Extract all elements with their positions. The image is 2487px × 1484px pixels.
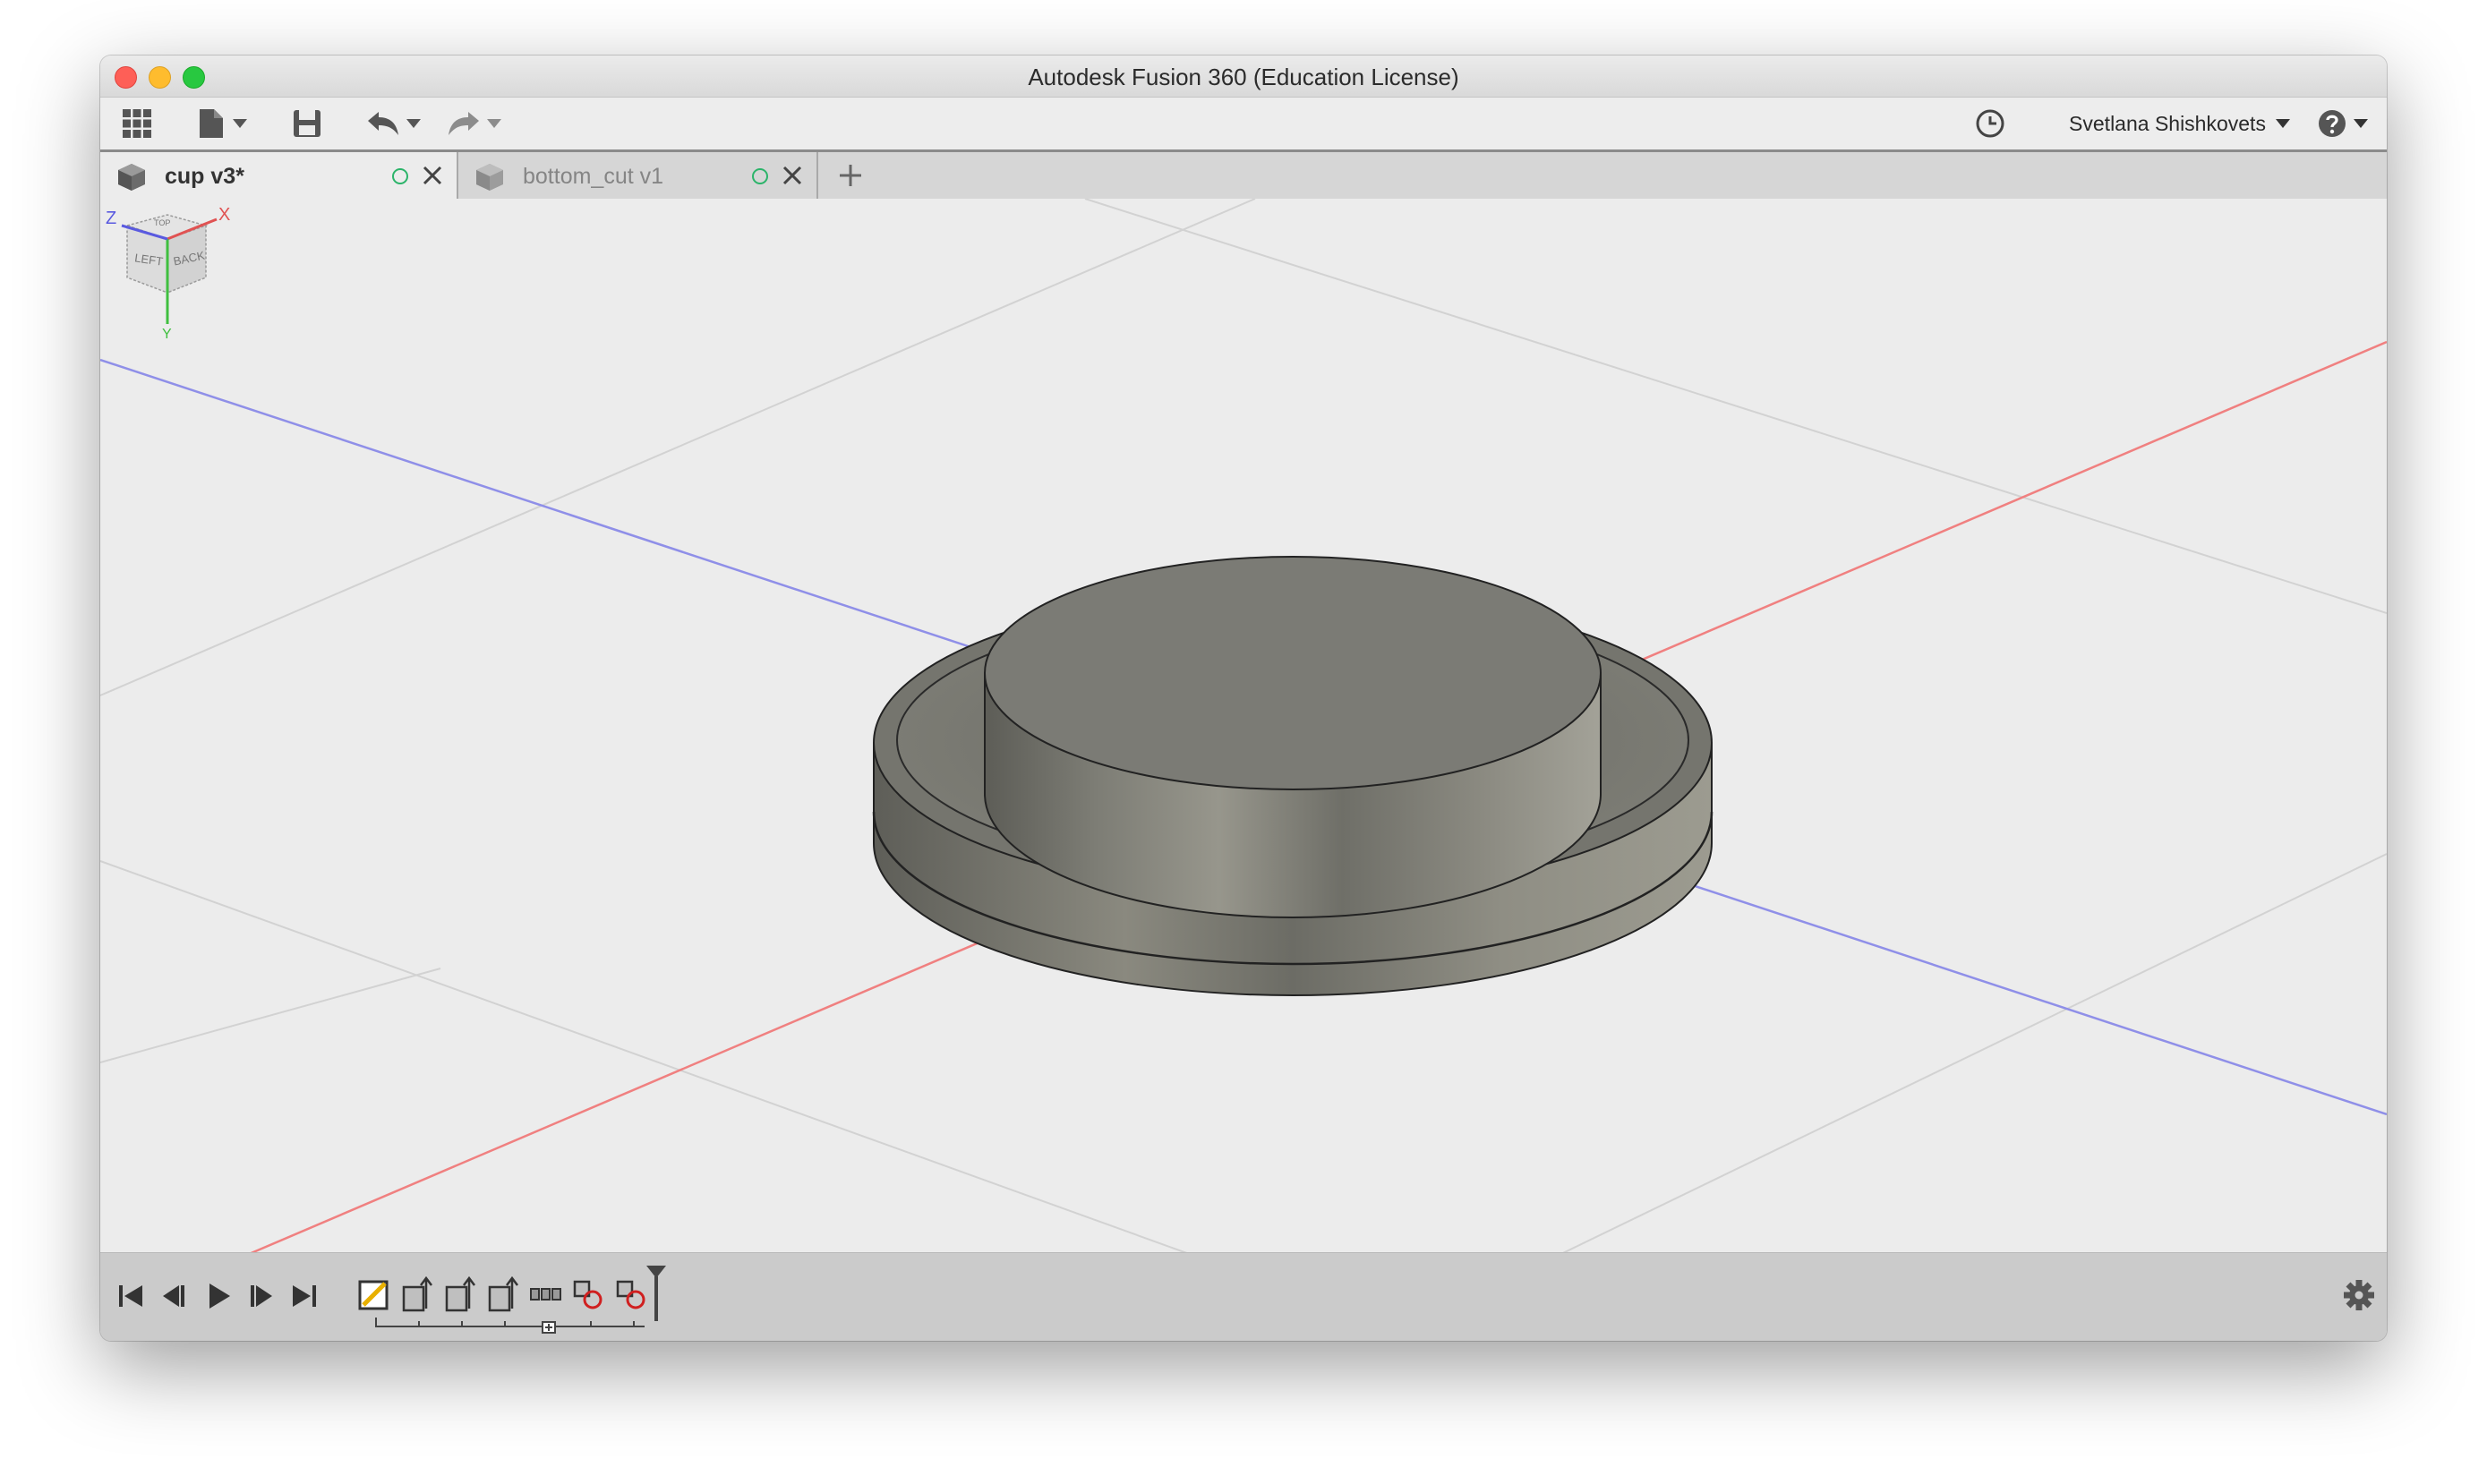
viewport-scene (100, 199, 2387, 1307)
extrude-feature-icon[interactable] (442, 1275, 478, 1314)
chevron-down-icon (233, 119, 247, 128)
close-icon[interactable] (421, 164, 444, 187)
user-account-menu[interactable]: Svetlana Shishkovets (2050, 98, 2310, 149)
viewcube-axis-x: X (218, 205, 230, 225)
chevron-down-icon (2275, 119, 2290, 128)
chevron-down-icon (487, 119, 501, 128)
extrude-feature-icon[interactable] (399, 1275, 435, 1314)
go-to-start-icon[interactable] (115, 1280, 147, 1312)
new-tab-plus-icon[interactable] (838, 163, 863, 188)
file-icon (200, 109, 223, 138)
viewcube-axis-y: Y (162, 327, 172, 342)
viewcube-face-top: TOP (154, 218, 170, 227)
help-icon (2319, 110, 2346, 137)
chevron-down-icon (2354, 119, 2368, 128)
close-icon[interactable] (781, 164, 804, 187)
component-box-icon (476, 164, 503, 191)
go-to-end-icon[interactable] (288, 1280, 320, 1312)
chevron-down-icon (406, 119, 421, 128)
tab-status-indicator (392, 168, 408, 184)
cup-model[interactable] (872, 556, 1714, 996)
quick-access-toolbar: Svetlana Shishkovets (100, 98, 2387, 152)
file-menu-button[interactable] (193, 98, 252, 149)
extrude-feature-icon[interactable] (485, 1275, 521, 1314)
data-panel-grid-icon (123, 109, 151, 138)
tab-label: bottom_cut v1 (523, 164, 664, 189)
viewcube-navigation[interactable]: TOP LEFT BACK X Y Z (100, 199, 235, 342)
combine-feature-icon[interactable] (571, 1275, 607, 1314)
viewcube-axis-z: Z (106, 209, 116, 228)
app-window: Autodesk Fusion 360 (Education License) (100, 55, 2387, 1341)
component-box-icon (118, 164, 145, 191)
document-tab-bottom-cut[interactable]: bottom_cut v1 (458, 152, 818, 199)
redo-icon (449, 112, 479, 135)
user-name: Svetlana Shishkovets (2069, 111, 2266, 135)
timeline-track (375, 1318, 645, 1334)
timeline-bar (100, 1252, 2387, 1341)
title-bar: Autodesk Fusion 360 (Education License) (100, 55, 2387, 98)
document-tab-bar: cup v3* bottom_cut v1 (100, 152, 2387, 199)
timeline-marker[interactable] (643, 1264, 670, 1323)
job-status-button[interactable] (1971, 98, 2009, 149)
step-back-icon[interactable] (158, 1280, 190, 1312)
window-title: Autodesk Fusion 360 (Education License) (1028, 64, 1459, 90)
play-icon[interactable] (202, 1280, 235, 1312)
help-menu-button[interactable] (2312, 98, 2374, 149)
sketch-feature-icon[interactable] (356, 1275, 392, 1314)
step-forward-icon[interactable] (245, 1280, 278, 1312)
tab-label: cup v3* (165, 164, 244, 189)
undo-icon (368, 112, 398, 135)
undo-button[interactable] (360, 98, 428, 149)
document-tab-cup[interactable]: cup v3* (100, 152, 458, 199)
data-panel-button[interactable] (116, 98, 158, 149)
pattern-feature-icon[interactable] (528, 1275, 564, 1314)
gear-icon[interactable] (2342, 1278, 2376, 1312)
3d-viewport-canvas[interactable]: TOP LEFT BACK X Y Z (100, 199, 2387, 1307)
tab-status-indicator (752, 168, 768, 184)
redo-button[interactable] (440, 98, 509, 149)
job-status-clock-icon (1976, 109, 2004, 138)
save-icon (294, 110, 320, 137)
save-button[interactable] (286, 98, 328, 149)
